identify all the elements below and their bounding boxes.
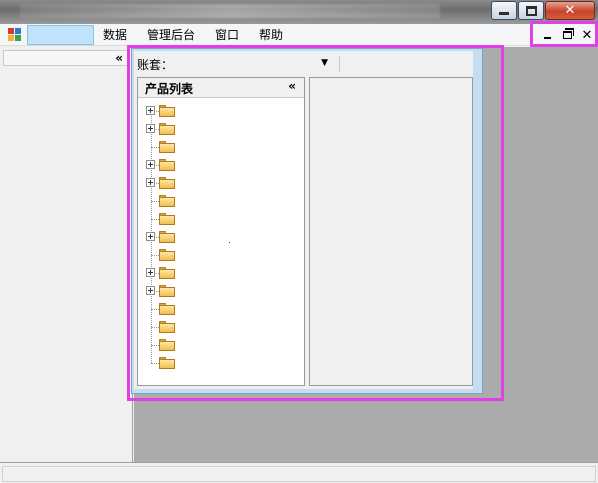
menu-item-data[interactable]: 数据 bbox=[103, 27, 127, 43]
expand-plus-icon[interactable] bbox=[146, 178, 155, 187]
tree-node[interactable] bbox=[146, 122, 186, 136]
menu-highlight-field[interactable] bbox=[27, 25, 94, 45]
expand-plus-icon[interactable] bbox=[146, 124, 155, 133]
title-bar: ✕ bbox=[0, 0, 598, 24]
expand-plus-icon[interactable] bbox=[146, 160, 155, 169]
folder-icon bbox=[159, 123, 175, 135]
tree-node[interactable] bbox=[146, 212, 186, 226]
product-detail-panel bbox=[309, 54, 479, 386]
tree-branch-line bbox=[151, 327, 159, 328]
menu-item-window[interactable]: 窗口 bbox=[215, 27, 239, 43]
tree-branch-line bbox=[151, 219, 159, 220]
left-panel-collapse-button[interactable]: « bbox=[115, 51, 123, 65]
restore-icon bbox=[562, 28, 574, 39]
tree-node[interactable] bbox=[146, 104, 186, 118]
status-bar bbox=[0, 462, 598, 483]
tree-branch-line bbox=[151, 309, 159, 310]
account-label: 账套： bbox=[137, 58, 174, 72]
tree-node[interactable] bbox=[146, 248, 186, 262]
folder-icon bbox=[159, 267, 175, 279]
title-bar-blurred-text bbox=[20, 4, 440, 18]
status-bar-cell bbox=[2, 466, 596, 482]
folder-icon bbox=[159, 357, 175, 369]
mdi-restore-button[interactable] bbox=[558, 26, 576, 44]
mdi-close-button[interactable]: ✕ bbox=[578, 26, 596, 44]
left-panel: « bbox=[0, 47, 133, 462]
product-list-collapse-button[interactable]: « bbox=[288, 79, 296, 93]
tree-node[interactable] bbox=[146, 194, 186, 208]
tree-node[interactable] bbox=[146, 140, 186, 154]
window-maximize-button[interactable] bbox=[518, 1, 544, 20]
tree-node[interactable] bbox=[146, 284, 186, 298]
child-window-content: 账套： ▼ 产品列表 « bbox=[134, 51, 479, 389]
mdi-minimize-button[interactable] bbox=[538, 26, 556, 44]
tree-branch-line bbox=[151, 255, 159, 256]
folder-icon bbox=[159, 303, 175, 315]
close-icon: ✕ bbox=[564, 3, 576, 18]
tree-branch-line bbox=[151, 363, 159, 364]
window-close-button[interactable]: ✕ bbox=[545, 1, 595, 20]
product-tree bbox=[138, 99, 304, 385]
toolbar-separator bbox=[339, 56, 340, 72]
tree-node[interactable] bbox=[146, 266, 186, 280]
minimize-icon bbox=[499, 12, 509, 15]
dropdown-arrow-icon[interactable]: ▼ bbox=[321, 58, 328, 68]
tree-branch-line bbox=[151, 345, 159, 346]
folder-icon bbox=[159, 231, 175, 243]
minimize-icon bbox=[543, 37, 551, 39]
expand-plus-icon[interactable] bbox=[146, 106, 155, 115]
app-icon[interactable] bbox=[8, 28, 22, 42]
menu-bar: 数据 管理后台 窗口 帮助 ✕ bbox=[0, 24, 598, 46]
tree-node[interactable] bbox=[146, 176, 186, 190]
tree-node[interactable] bbox=[146, 338, 186, 352]
menu-item-admin[interactable]: 管理后台 bbox=[147, 27, 195, 43]
expand-plus-icon[interactable] bbox=[146, 268, 155, 277]
folder-icon bbox=[159, 177, 175, 189]
window-minimize-button[interactable] bbox=[491, 1, 517, 20]
folder-icon bbox=[159, 105, 175, 117]
product-list-panel: 产品列表 « bbox=[137, 77, 305, 386]
folder-icon bbox=[159, 159, 175, 171]
tree-branch-line bbox=[151, 201, 159, 202]
folder-icon bbox=[159, 249, 175, 261]
folder-icon bbox=[159, 339, 175, 351]
stray-pixel bbox=[229, 242, 230, 243]
tree-node[interactable] bbox=[146, 320, 186, 334]
account-select[interactable]: ▼ bbox=[180, 54, 332, 73]
tree-node[interactable] bbox=[146, 302, 186, 316]
folder-icon bbox=[159, 213, 175, 225]
expand-plus-icon[interactable] bbox=[146, 286, 155, 295]
folder-icon bbox=[159, 321, 175, 333]
product-list-header: 产品列表 « bbox=[138, 78, 304, 98]
folder-icon bbox=[159, 285, 175, 297]
tree-node[interactable] bbox=[146, 230, 186, 244]
menu-item-help[interactable]: 帮助 bbox=[259, 27, 283, 43]
product-list-title: 产品列表 bbox=[145, 82, 194, 96]
left-panel-header: « bbox=[3, 50, 130, 66]
product-child-window: 账套： ▼ 产品列表 « bbox=[131, 48, 483, 394]
tree-branch-line bbox=[151, 147, 159, 148]
maximize-icon bbox=[525, 5, 537, 16]
expand-plus-icon[interactable] bbox=[146, 232, 155, 241]
folder-icon bbox=[159, 195, 175, 207]
frame-edge bbox=[473, 54, 479, 124]
tree-node[interactable] bbox=[146, 158, 186, 172]
tree-node[interactable] bbox=[146, 356, 186, 370]
folder-icon bbox=[159, 141, 175, 153]
